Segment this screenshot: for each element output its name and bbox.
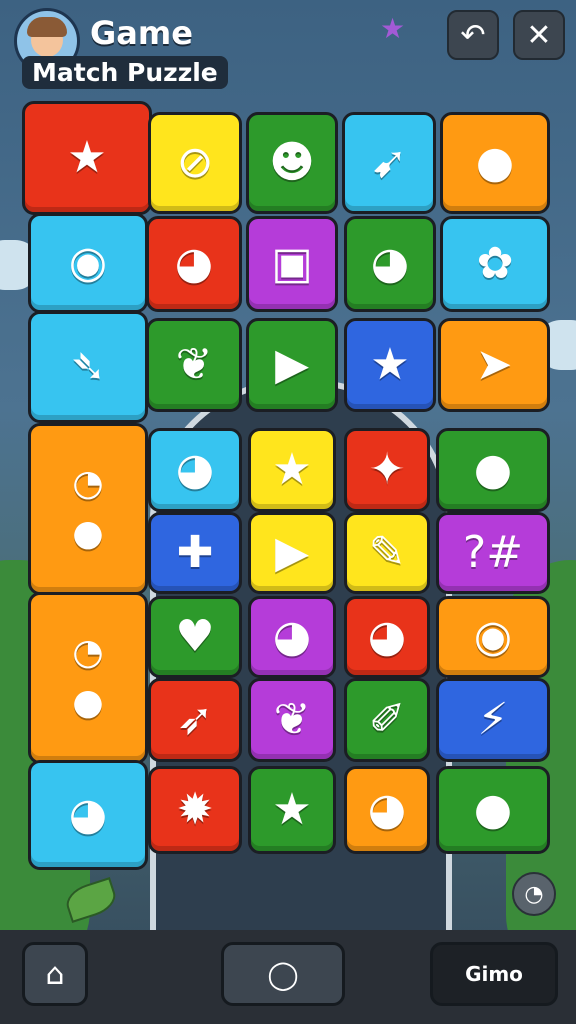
bubble-fruit-icon: ◔ — [72, 632, 104, 673]
pen-icon: ✎ — [368, 527, 406, 578]
tile-green[interactable]: ◕ — [344, 216, 436, 312]
close-icon: ✕ — [526, 17, 552, 53]
back-arrow-icon: ↶ — [460, 17, 486, 53]
leaf-icon: ❦ — [175, 339, 213, 390]
star-icon: ★ — [272, 784, 312, 835]
tile-orange[interactable]: ➤ — [438, 318, 550, 412]
tile-red[interactable]: ➶ — [148, 678, 242, 762]
tile-orange[interactable]: ◕ — [344, 766, 430, 854]
tile-yellow[interactable]: ▶ — [248, 512, 336, 594]
tile-green[interactable]: ❦ — [146, 318, 242, 412]
tile-yellow[interactable]: ★ — [248, 428, 336, 512]
tile-purple[interactable]: ▣ — [246, 216, 338, 312]
tile-red[interactable]: ◕ — [344, 596, 430, 678]
tile-red[interactable]: ✹ — [148, 766, 242, 854]
leaf-icon: ❦ — [273, 694, 311, 745]
strawberry-icon: ♥ — [175, 611, 215, 662]
tile-purple[interactable]: ?# — [436, 512, 550, 594]
tile-blue[interactable]: ★ — [344, 318, 436, 412]
star-icon: ★ — [272, 444, 312, 495]
tile-green[interactable]: ☻ — [246, 112, 338, 214]
tile-yellow[interactable]: ⊘ — [148, 112, 242, 214]
candy-icon: ✦ — [368, 444, 406, 495]
cat-face-icon: ◕ — [272, 611, 312, 662]
tile-cyan[interactable]: ➴ — [28, 311, 148, 423]
tile-green[interactable]: ▶ — [246, 318, 338, 412]
question-hash-icon: ?# — [462, 527, 524, 578]
monkey-icon: ◉ — [68, 237, 108, 288]
tile-cyan[interactable]: ◉ — [28, 213, 148, 313]
tile-green[interactable]: ♥ — [148, 596, 242, 678]
cat-face-icon: ◕ — [367, 784, 407, 835]
tile-orange[interactable]: ● — [440, 112, 550, 214]
cat-face-icon: ◕ — [175, 444, 215, 495]
smiley-icon: ☻ — [269, 137, 315, 188]
tile-green[interactable]: ✐ — [344, 678, 430, 762]
rabbit-icon: ◕ — [367, 611, 407, 662]
lollipop-ball-icon: ◉ — [473, 611, 513, 662]
tile-purple[interactable]: ◕ — [248, 596, 336, 678]
bush-icon: ✿ — [476, 238, 514, 289]
tile-green[interactable]: ● — [436, 766, 550, 854]
tile-red[interactable]: ★ — [22, 101, 152, 215]
tile-red[interactable]: ✦ — [344, 428, 430, 512]
feather-icon: ➶ — [176, 694, 214, 745]
tile-cyan[interactable]: ➹ — [342, 112, 436, 214]
tile-orange[interactable]: ◔ ● — [28, 592, 148, 764]
box-icon: ▣ — [271, 238, 313, 289]
game-subtitle: Match Puzzle — [22, 56, 228, 89]
cat-face-icon: ◕ — [68, 789, 108, 840]
timer-button[interactable]: ◔ — [512, 872, 556, 916]
gimo-button-label: Gimo — [465, 962, 523, 986]
avatar-hair — [27, 17, 67, 37]
play-icon: ▶ — [275, 527, 309, 578]
ladle-icon: ⊘ — [176, 137, 214, 188]
back-button[interactable]: ↶ — [447, 10, 499, 60]
game-title: Game — [90, 14, 193, 52]
fox-face-icon: ◕ — [370, 238, 410, 289]
home-icon: ⌂ — [45, 956, 65, 992]
gear-icon: ✹ — [176, 784, 214, 835]
tile-orange[interactable]: ◔ ● — [28, 423, 148, 595]
tile-yellow[interactable]: ✎ — [344, 512, 430, 594]
zigzag-icon: ⚡ — [477, 694, 509, 745]
tile-orange[interactable]: ◉ — [436, 596, 550, 678]
tile-cyan[interactable]: ◕ — [28, 760, 148, 870]
close-button[interactable]: ✕ — [513, 10, 565, 60]
bubble-fruit-icon: ● — [72, 682, 104, 723]
star-icon: ★ — [370, 339, 410, 390]
tile-green[interactable]: ● — [436, 428, 550, 512]
star-icon: ★ — [67, 132, 107, 183]
tile-cyan[interactable]: ◕ — [148, 428, 242, 512]
clock-icon: ◔ — [524, 881, 544, 907]
pepper-icon: ● — [475, 137, 515, 188]
tile-red[interactable]: ◕ — [146, 216, 242, 312]
fruit-pair-icon: ● — [473, 444, 513, 495]
bubble-fruit-icon: ◔ — [72, 463, 104, 504]
star-icon: ★ — [380, 12, 406, 45]
tile-green[interactable]: ★ — [248, 766, 336, 854]
drop-pair-icon: ● — [473, 784, 513, 835]
arrow-icon: ➤ — [475, 339, 513, 390]
tile-cyan[interactable]: ✿ — [440, 216, 550, 312]
tile-blue[interactable]: ✚ — [148, 512, 242, 594]
brush-icon: ✐ — [368, 694, 406, 745]
fish-icon: ➴ — [69, 341, 107, 392]
search-icon: ◯ — [267, 957, 299, 991]
bubble-fruit-icon: ● — [72, 513, 104, 554]
cat-face-icon: ◕ — [174, 238, 214, 289]
search-button[interactable]: ◯ — [221, 942, 345, 1006]
carrot-icon: ➹ — [370, 137, 408, 188]
bottom-bar: ⌂ ◯ Gimo — [0, 930, 576, 1024]
tile-blue[interactable]: ⚡ — [436, 678, 550, 762]
home-button[interactable]: ⌂ — [22, 942, 88, 1006]
play-icon: ▶ — [275, 339, 309, 390]
cross-icon: ✚ — [176, 527, 214, 578]
tile-purple[interactable]: ❦ — [248, 678, 336, 762]
gimo-button[interactable]: Gimo — [430, 942, 558, 1006]
